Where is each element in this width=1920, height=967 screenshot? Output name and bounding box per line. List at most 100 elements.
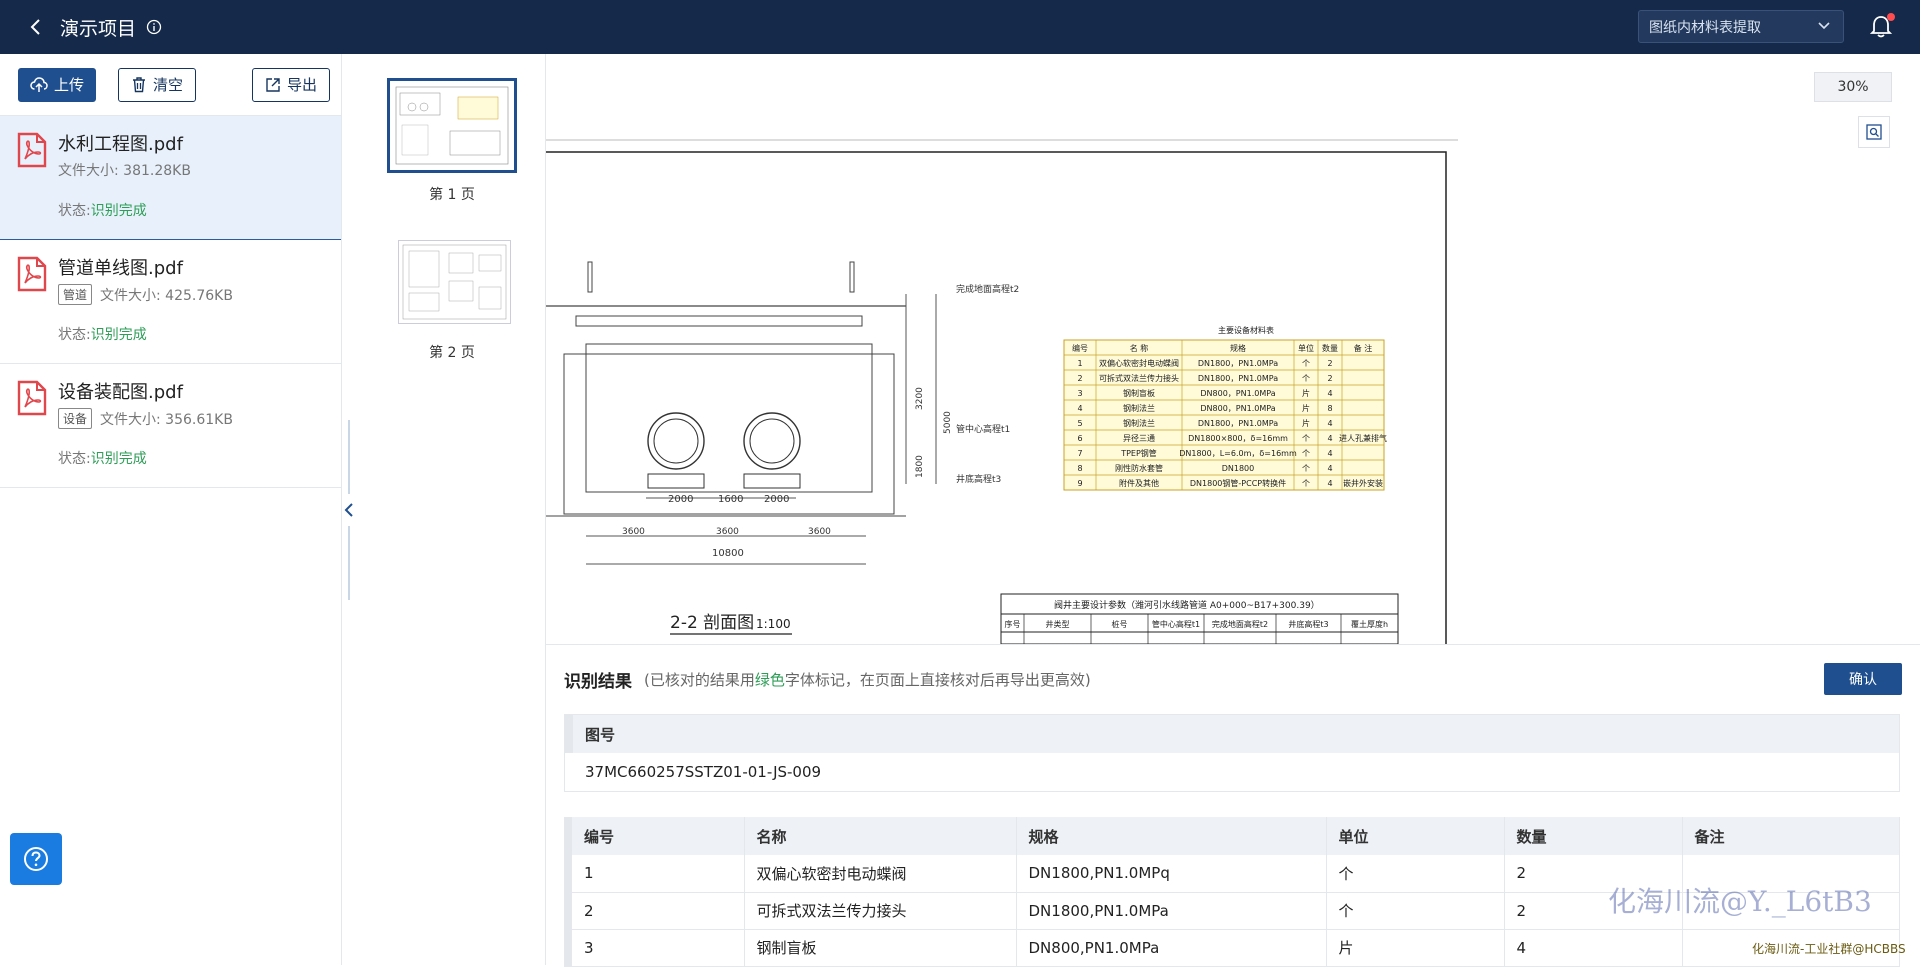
- status-value: 识别完成: [90, 451, 147, 467]
- status-prefix: 状态:: [58, 327, 91, 343]
- page-preview: [395, 86, 509, 165]
- sheet-table-header: 备 注: [1354, 343, 1373, 353]
- dim-label: 3200: [915, 387, 925, 410]
- trash-icon: [132, 77, 145, 93]
- column-header: 单位: [1326, 817, 1505, 855]
- chevron-left-icon: [344, 503, 353, 517]
- dim-label: 2000: [764, 494, 789, 505]
- drawing-viewer[interactable]: 2000 1600 2000 3600 3600 3600 10800 3200…: [546, 54, 1920, 644]
- level-label: 井底高程t3: [956, 473, 1001, 485]
- sheet-table-cell: 3: [1077, 389, 1082, 398]
- file-item[interactable]: 管道单线图.pdf 管道 文件大小: 425.76KB 状态:识别完成: [0, 240, 341, 364]
- file-status: 状态:识别完成: [58, 324, 147, 344]
- sheet-table-header: 规格: [1230, 343, 1246, 353]
- fit-view-button[interactable]: [1858, 116, 1890, 148]
- watermark: 化海川流@Y._L6tB3: [1608, 885, 1872, 918]
- export-button[interactable]: 导出: [252, 67, 330, 102]
- status-value: 识别完成: [90, 327, 147, 343]
- thumbnail-label: 第 1 页: [429, 187, 475, 203]
- file-status: 状态:识别完成: [58, 448, 147, 468]
- sheet-table-cell: 4: [1077, 404, 1082, 413]
- sheet-table-cell: 附件及其他: [1119, 478, 1159, 488]
- dim-label: 5000: [943, 411, 953, 434]
- dim-label: 1800: [915, 455, 925, 478]
- sheet-table-cell: 个: [1302, 479, 1310, 488]
- table-cell[interactable]: 4: [1504, 929, 1683, 967]
- clear-button[interactable]: 清空: [118, 67, 196, 102]
- project-title: 演示项目: [60, 17, 137, 40]
- watermark-small: 化海川流-工业社群@HCBBS: [1752, 942, 1906, 956]
- file-toolbar: 上传 清空 导出: [0, 54, 341, 116]
- sheet-table-cell: 5: [1077, 419, 1082, 428]
- column-header: 名称: [744, 817, 1017, 855]
- table-cell[interactable]: DN1800,PN1.0MPa: [1016, 892, 1327, 930]
- sheet-table-cell: 个: [1302, 449, 1310, 458]
- file-size: 文件大小: 356.61KB: [100, 411, 233, 428]
- table-header-row: 编号 名称 规格 单位 数量 备注: [564, 817, 1900, 855]
- table-cell[interactable]: 钢制盲板: [744, 929, 1017, 967]
- table-cell[interactable]: 3: [564, 929, 745, 967]
- sheet-table-cell: 片: [1302, 403, 1310, 413]
- table-row: 3 钢制盲板 DN800,PN1.0MPa 片 4: [564, 929, 1900, 967]
- drawing-number-box: 图号 37MC660257SSTZ01-01-JS-009: [564, 714, 1900, 792]
- column-header: 数量: [1504, 817, 1683, 855]
- mode-select[interactable]: 图纸内材料表提取: [1638, 10, 1844, 43]
- table-cell[interactable]: 双偏心软密封电动蝶阀: [744, 855, 1017, 893]
- help-button[interactable]: [10, 833, 62, 885]
- table-cell[interactable]: 1: [564, 855, 745, 893]
- sheet-table-cell: 2: [1327, 359, 1332, 368]
- sheet-table-cell: 8: [1077, 464, 1082, 473]
- handle-line: [348, 526, 350, 600]
- sheet-table-header: 数量: [1322, 343, 1338, 353]
- table-cell[interactable]: 可拆式双法兰传力接头: [744, 892, 1017, 930]
- table-cell[interactable]: DN800,PN1.0MPa: [1016, 929, 1327, 967]
- column-header: 备注: [1682, 817, 1900, 855]
- sheet-table-cell: 4: [1327, 389, 1332, 398]
- dim-label: 3600: [622, 527, 645, 537]
- file-status: 状态:识别完成: [58, 200, 147, 220]
- sheet-table-cell: 个: [1302, 374, 1310, 383]
- pdf-file-icon: [17, 256, 47, 292]
- sheet-table-header: 编号: [1072, 343, 1088, 353]
- sheet-table-header: 单位: [1298, 343, 1314, 353]
- file-item[interactable]: 水利工程图.pdf 文件大小: 381.28KB 状态:识别完成: [0, 116, 341, 240]
- column-header: 规格: [1016, 817, 1327, 855]
- page-thumbnail[interactable]: [398, 240, 511, 324]
- sheet-table-cell: 刚性防水套管: [1115, 463, 1163, 473]
- export-label: 导出: [286, 76, 317, 94]
- clear-label: 清空: [152, 76, 183, 94]
- zoom-level[interactable]: 30%: [1814, 72, 1892, 102]
- sheet-material-table: 编号 名 称 规格 单位 数量 备 注 1 双偏心软密封电动蝶阀 DN1800，PN1.0MPa…: [1063, 339, 1387, 491]
- level-label: 管中心高程t1: [956, 423, 1010, 435]
- back-button[interactable]: [24, 15, 48, 39]
- dim-label: 1600: [718, 494, 743, 505]
- sheet-table-cell: 4: [1327, 434, 1332, 443]
- page-preview: [402, 244, 507, 320]
- bottom-table-header: 序号 井类型 桩号 管中心高程t1 完成地面高程t2 井底高程t3 覆土厚度h: [1005, 614, 1388, 644]
- sheet-table-cell: 4: [1327, 449, 1332, 458]
- sheet-table-cell: 8: [1327, 404, 1332, 413]
- upload-button[interactable]: 上传: [18, 67, 96, 102]
- file-item[interactable]: 设备装配图.pdf 设备 文件大小: 356.61KB 状态:识别完成: [0, 364, 341, 488]
- section-title: 2-2 剖面图: [670, 613, 754, 633]
- collapse-handle[interactable]: [342, 420, 356, 600]
- table-cell[interactable]: 个: [1326, 892, 1505, 930]
- status-value: 识别完成: [90, 203, 147, 219]
- column-header: 编号: [564, 817, 745, 855]
- page-thumbnail[interactable]: [387, 78, 517, 173]
- table-cell[interactable]: DN1800,PN1.0MPq: [1016, 855, 1327, 893]
- drawing-number-value[interactable]: 37MC660257SSTZ01-01-JS-009: [565, 753, 1899, 791]
- info-icon[interactable]: [146, 19, 162, 35]
- page-thumbnail-panel: 第 1 页 第 2 页: [358, 54, 546, 965]
- sheet-table-header: 名 称: [1130, 343, 1149, 353]
- table-cell[interactable]: 片: [1326, 929, 1505, 967]
- sheet-table-cell: 个: [1302, 464, 1310, 473]
- bottom-table-header-cell: 井类型: [1046, 619, 1070, 629]
- confirm-button[interactable]: 确认: [1824, 663, 1902, 695]
- sheet-table-cell: 片: [1302, 388, 1310, 398]
- level-label: 完成地面高程t2: [956, 283, 1019, 295]
- sheet-table-cell: DN1800钢管-PCCP转换件: [1190, 478, 1286, 488]
- table-cell[interactable]: 个: [1326, 855, 1505, 893]
- table-cell[interactable]: 2: [564, 892, 745, 930]
- results-title: 识别结果: [564, 672, 632, 692]
